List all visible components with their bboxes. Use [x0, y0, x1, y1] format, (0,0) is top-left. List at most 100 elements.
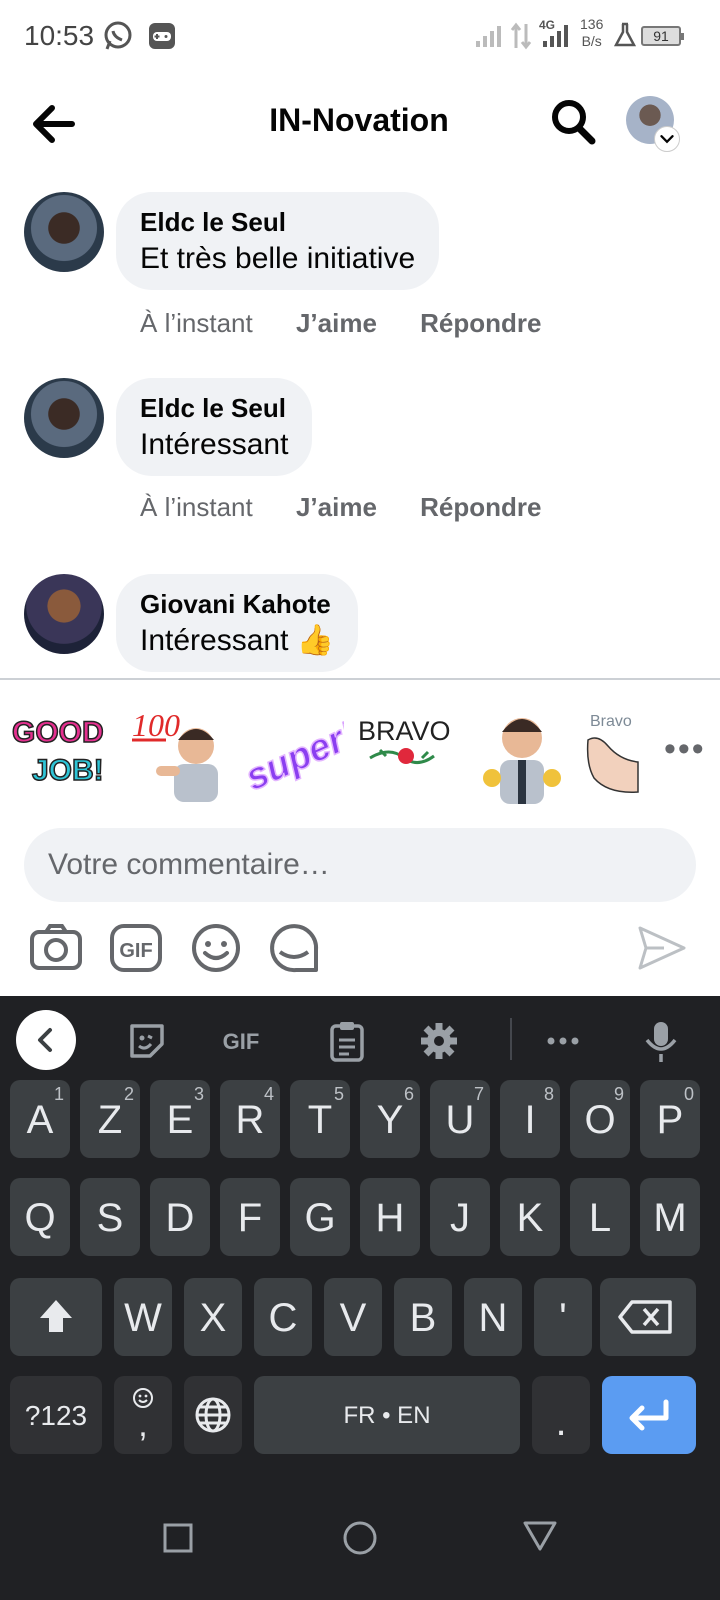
- status-bar: 10:53 4G 136 B/s 91: [0, 0, 720, 72]
- key-v[interactable]: V: [324, 1278, 382, 1356]
- comma-emoji-key[interactable]: ,: [114, 1376, 172, 1454]
- sticker-keyboard-icon[interactable]: [124, 1018, 170, 1064]
- comment-author[interactable]: Eldc le Seul: [140, 392, 288, 424]
- comment-bubble[interactable]: Eldc le Seul Intéressant: [116, 378, 313, 476]
- signal-icon: [476, 26, 501, 47]
- profile-menu-button[interactable]: [626, 96, 686, 156]
- bravo-rose-sticker[interactable]: BRAVO!: [356, 700, 452, 804]
- data-transfer-icon: [510, 22, 532, 50]
- svg-text:GOOD: GOOD: [12, 716, 104, 749]
- camera-button[interactable]: [28, 920, 84, 976]
- key-l[interactable]: L: [570, 1178, 630, 1256]
- battery-indicator: 91: [641, 26, 684, 46]
- svg-text:JOB!: JOB!: [32, 754, 104, 787]
- svg-text:Bravo: Bravo: [590, 713, 632, 730]
- system-navigation-bar: [0, 1500, 720, 1600]
- clipboard-icon[interactable]: [324, 1018, 370, 1064]
- keyboard-toolbar: GIF: [0, 996, 720, 1086]
- key-f[interactable]: F: [220, 1178, 280, 1256]
- chevron-down-icon: [654, 126, 680, 152]
- thumbs-up-avatar-sticker[interactable]: [470, 700, 574, 804]
- more-options-icon[interactable]: [540, 1018, 586, 1064]
- gif-button[interactable]: GIF: [108, 920, 164, 976]
- enter-key[interactable]: [602, 1376, 696, 1454]
- language-key[interactable]: [184, 1376, 242, 1454]
- 100-avatar-sticker[interactable]: 100: [126, 700, 230, 804]
- key-r[interactable]: R4: [220, 1080, 280, 1158]
- more-stickers-button[interactable]: •••: [664, 730, 706, 769]
- comment-author[interactable]: Eldc le Seul: [140, 206, 415, 238]
- enter-icon: [629, 1399, 669, 1431]
- comment-input[interactable]: [24, 828, 696, 902]
- like-button[interactable]: J’aime: [296, 308, 377, 338]
- key-o[interactable]: O9: [570, 1080, 630, 1158]
- space-key[interactable]: FR • EN: [254, 1376, 520, 1454]
- key-n[interactable]: N: [464, 1278, 522, 1356]
- key-p[interactable]: P0: [640, 1080, 700, 1158]
- comment-bubble[interactable]: Eldc le Seul Et très belle initiative: [116, 192, 440, 290]
- reply-button[interactable]: Répondre: [420, 308, 541, 338]
- svg-text:100: 100: [132, 707, 180, 743]
- gif-keyboard-icon[interactable]: GIF: [214, 1018, 268, 1064]
- key-d[interactable]: D: [150, 1178, 210, 1256]
- backspace-key[interactable]: [600, 1278, 696, 1356]
- super-sticker[interactable]: super!: [240, 700, 344, 804]
- sticker-suggestions: GOOD JOB! 100 super! BRAVO! Bravo: [0, 700, 720, 808]
- bravo-hands-sticker[interactable]: Bravo: [584, 700, 640, 804]
- key-h[interactable]: H: [360, 1178, 420, 1256]
- send-button[interactable]: [634, 920, 690, 976]
- settings-icon[interactable]: [416, 1018, 462, 1064]
- key-e[interactable]: E3: [150, 1080, 210, 1158]
- like-button[interactable]: J’aime: [296, 492, 377, 522]
- key-c[interactable]: C: [254, 1278, 312, 1356]
- gif-label: GIF: [119, 940, 152, 962]
- comment-bubble[interactable]: Giovani Kahote Intéressant 👍: [116, 574, 359, 672]
- key-x[interactable]: X: [184, 1278, 242, 1356]
- key-y[interactable]: Y6: [360, 1080, 420, 1158]
- avatar[interactable]: [24, 192, 104, 272]
- key-t[interactable]: T5: [290, 1080, 350, 1158]
- key-i[interactable]: I8: [500, 1080, 560, 1158]
- period-key[interactable]: .: [532, 1376, 590, 1454]
- microphone-icon[interactable]: [638, 1018, 684, 1064]
- key-u[interactable]: U7: [430, 1080, 490, 1158]
- key-a[interactable]: A1: [10, 1080, 70, 1158]
- globe-icon: [195, 1397, 231, 1433]
- recent-apps-button[interactable]: [162, 1522, 194, 1554]
- comment-actions: À l’instant J’aime Répondre: [140, 308, 578, 339]
- keyboard-collapse-button[interactable]: [16, 1010, 76, 1070]
- emoji-button[interactable]: [188, 920, 244, 976]
- page-title: IN-Novation: [269, 102, 449, 138]
- toolbar-divider: [510, 1018, 512, 1060]
- game-icon: [149, 23, 175, 49]
- key-k[interactable]: K: [500, 1178, 560, 1256]
- avatar[interactable]: [24, 378, 104, 458]
- key-m[interactable]: M: [640, 1178, 700, 1256]
- key-s[interactable]: S: [80, 1178, 140, 1256]
- backspace-icon: [618, 1300, 672, 1334]
- key-b[interactable]: B: [394, 1278, 452, 1356]
- key-g[interactable]: G: [290, 1178, 350, 1256]
- key-z[interactable]: Z2: [80, 1080, 140, 1158]
- back-nav-button[interactable]: [522, 1520, 558, 1552]
- comment-time: À l’instant: [140, 492, 253, 522]
- flask-icon: [614, 22, 636, 47]
- good-job-sticker[interactable]: GOOD JOB!: [6, 700, 110, 804]
- search-button[interactable]: [548, 96, 598, 148]
- home-button[interactable]: [342, 1520, 378, 1556]
- network-speed: 136 B/s: [580, 16, 604, 49]
- key-q[interactable]: Q: [10, 1178, 70, 1256]
- comment-author[interactable]: Giovani Kahote: [140, 588, 334, 620]
- comment-time: À l’instant: [140, 308, 253, 338]
- gif-keyboard-label: GIF: [223, 1029, 260, 1054]
- key-w[interactable]: W: [114, 1278, 172, 1356]
- shift-key[interactable]: [10, 1278, 102, 1356]
- key-j[interactable]: J: [430, 1178, 490, 1256]
- reply-button[interactable]: Répondre: [420, 492, 541, 522]
- symbols-key[interactable]: ?123: [10, 1376, 102, 1454]
- top-bar: IN-Novation: [0, 76, 720, 168]
- avatar[interactable]: [24, 574, 104, 654]
- key-apostrophe[interactable]: ': [534, 1278, 592, 1356]
- status-time: 10:53: [24, 20, 95, 51]
- sticker-button[interactable]: [266, 920, 322, 976]
